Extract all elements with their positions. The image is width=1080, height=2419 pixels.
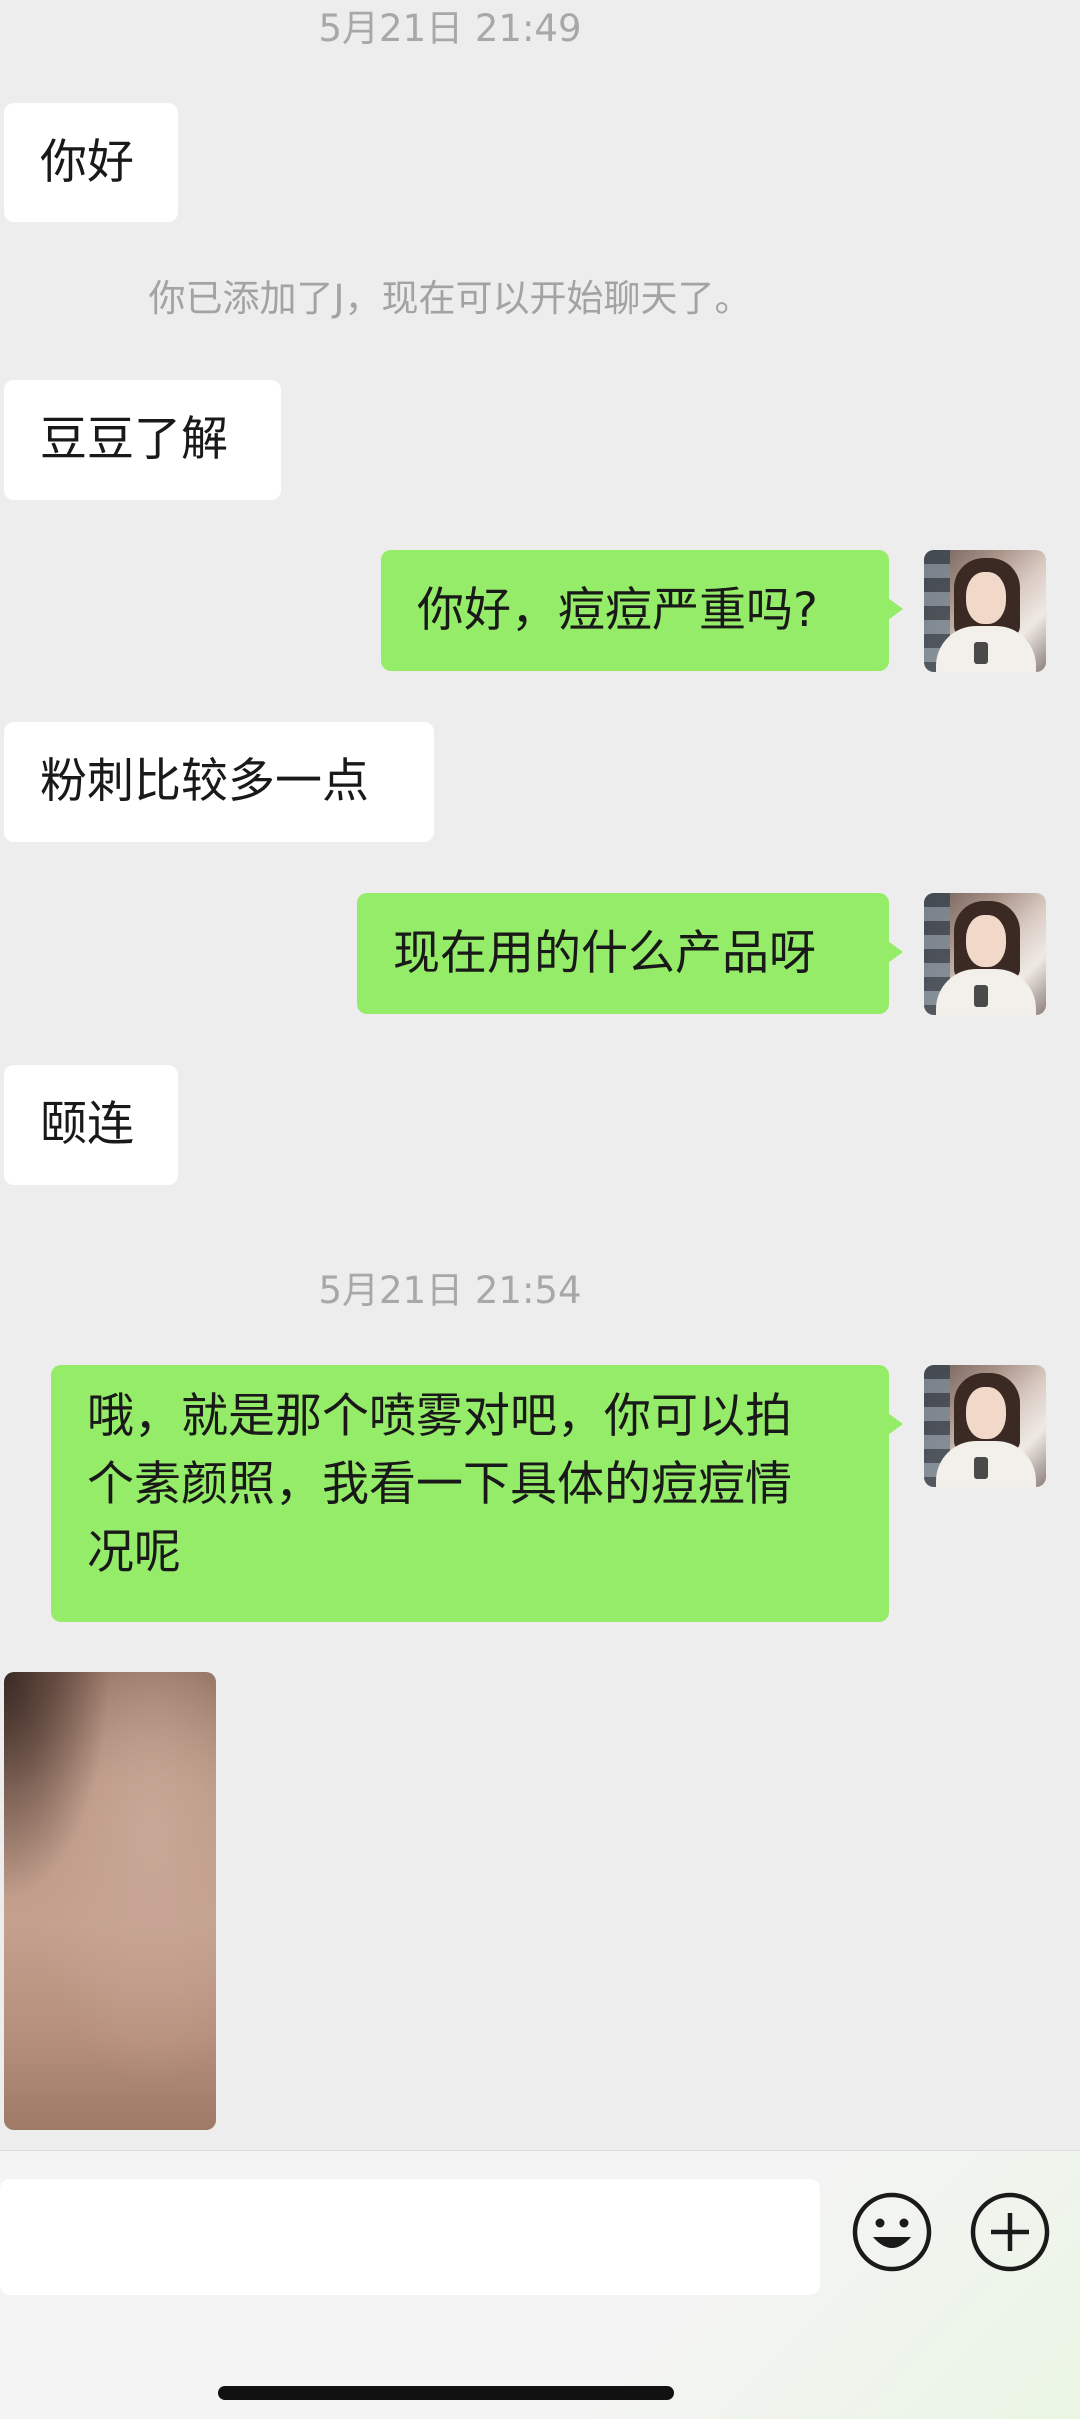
bubble-tail xyxy=(888,941,903,963)
message-text: 粉刺比较多一点 xyxy=(40,754,369,809)
incoming-message[interactable]: 豆豆了解 xyxy=(4,380,281,500)
message-text: 豆豆了解 xyxy=(40,412,228,467)
my-avatar[interactable] xyxy=(924,1365,1046,1487)
plus-circle-icon[interactable] xyxy=(969,2191,1051,2273)
home-indicator[interactable] xyxy=(218,2386,674,2400)
incoming-message[interactable]: 粉刺比较多一点 xyxy=(4,722,434,842)
message-text: 你好 xyxy=(40,134,134,190)
bubble-tail xyxy=(888,1413,903,1435)
message-text-line: 个素颜照，我看一下具体的痘痘情 xyxy=(87,1457,792,1512)
outgoing-message[interactable]: 现在用的什么产品呀 xyxy=(357,893,903,1014)
message-text-line: 哦，就是那个喷雾对吧，你可以拍 xyxy=(87,1389,792,1444)
outgoing-message[interactable]: 哦，就是那个喷雾对吧，你可以拍 个素颜照，我看一下具体的痘痘情 况呢 xyxy=(51,1365,903,1622)
incoming-message[interactable]: 你好 xyxy=(4,103,178,222)
input-bar xyxy=(0,2150,1080,2419)
timestamp: 5月21日 21:49 xyxy=(318,7,582,50)
outgoing-message[interactable]: 你好，痘痘严重吗? xyxy=(381,550,903,671)
message-input[interactable] xyxy=(0,2179,820,2295)
message-text-line: 况呢 xyxy=(87,1525,181,1580)
incoming-message[interactable]: 颐连 xyxy=(4,1065,178,1185)
chat-message-list[interactable]: 5月21日 21:49 你好 你已添加了J，现在可以开始聊天了。 豆豆了解 你好… xyxy=(0,0,1080,2150)
bubble-tail xyxy=(888,598,903,620)
system-message: 你已添加了J，现在可以开始聊天了。 xyxy=(148,277,752,320)
smiley-face-icon[interactable] xyxy=(851,2191,933,2273)
my-avatar[interactable] xyxy=(924,550,1046,672)
photo-message[interactable] xyxy=(4,1672,216,2130)
message-text: 现在用的什么产品呀 xyxy=(393,925,816,981)
my-avatar[interactable] xyxy=(924,893,1046,1015)
message-text: 你好，痘痘严重吗? xyxy=(417,582,818,638)
message-text: 颐连 xyxy=(40,1097,134,1152)
timestamp: 5月21日 21:54 xyxy=(318,1269,582,1312)
